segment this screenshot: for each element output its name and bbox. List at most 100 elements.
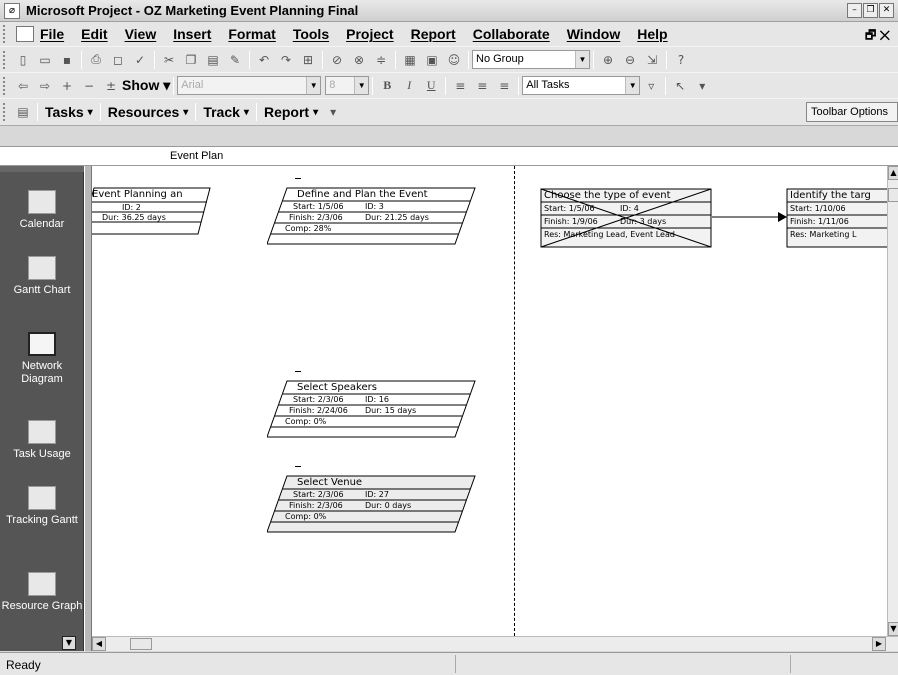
guide-track-button[interactable]: Track bbox=[203, 104, 240, 120]
horizontal-scrollbar[interactable]: ◀ ▶ bbox=[92, 636, 898, 651]
view-tracking-gantt[interactable]: Tracking Gantt bbox=[0, 486, 84, 527]
format-painter-icon[interactable]: ✎ bbox=[226, 51, 244, 69]
show-menu-button[interactable]: Show ▾ bbox=[122, 77, 170, 94]
collapse-toggle[interactable] bbox=[295, 178, 301, 179]
goto-selected-task-icon[interactable]: ⇲ bbox=[643, 51, 661, 69]
collapse-toggle[interactable] bbox=[295, 371, 301, 372]
chevron-down-icon[interactable]: ▼ bbox=[575, 51, 589, 68]
font-select[interactable]: Arial ▼ bbox=[177, 76, 322, 95]
minimize-button[interactable]: – bbox=[847, 3, 862, 18]
cut-icon[interactable]: ✂ bbox=[160, 51, 178, 69]
group-select[interactable]: No Group ▼ bbox=[472, 50, 590, 69]
toolbar-options-icon[interactable]: ▾ bbox=[693, 77, 711, 95]
menu-view[interactable]: View bbox=[125, 26, 157, 42]
view-gantt-chart[interactable]: Gantt Chart bbox=[0, 256, 84, 297]
guide-report-button[interactable]: Report bbox=[264, 104, 309, 120]
undo-icon[interactable]: ↶ bbox=[255, 51, 273, 69]
scroll-right-button[interactable]: ▶ bbox=[872, 637, 886, 651]
new-icon[interactable]: ▯ bbox=[14, 51, 32, 69]
task-node[interactable]: Event Planning an ID: 2 Dur: 36.25 days bbox=[92, 187, 212, 235]
scroll-thumb[interactable] bbox=[130, 638, 152, 650]
chevron-down-icon[interactable]: ▾ bbox=[88, 107, 93, 118]
toolbar-options-button[interactable]: Toolbar Options bbox=[806, 102, 898, 122]
menubar-grip[interactable] bbox=[3, 25, 11, 43]
menu-collaborate[interactable]: Collaborate bbox=[473, 26, 550, 42]
view-bar-scroll-down-button[interactable]: ▼ bbox=[62, 636, 76, 650]
toolbar-grip[interactable] bbox=[3, 103, 9, 121]
bold-icon[interactable]: B bbox=[378, 77, 396, 95]
chevron-down-icon[interactable]: ▾ bbox=[183, 107, 188, 118]
paste-icon[interactable]: ▤ bbox=[204, 51, 222, 69]
scroll-up-button[interactable]: ▲ bbox=[888, 166, 898, 180]
chevron-down-icon[interactable]: ▾ bbox=[244, 107, 249, 118]
guide-toggle-icon[interactable]: ▤ bbox=[14, 103, 32, 121]
print-preview-icon[interactable]: ◻ bbox=[109, 51, 127, 69]
chevron-down-icon[interactable]: ▼ bbox=[625, 77, 640, 94]
vertical-scrollbar[interactable]: ▲ ▼ bbox=[887, 166, 898, 636]
font-size-select[interactable]: 8 ▼ bbox=[325, 76, 370, 95]
assign-resources-icon[interactable]: ☺ bbox=[445, 51, 463, 69]
hide-subtasks-icon[interactable]: − bbox=[80, 77, 98, 95]
indent-icon[interactable]: ⇨ bbox=[36, 77, 54, 95]
task-node[interactable]: Define and Plan the Event Start: 1/5/06 … bbox=[267, 187, 477, 245]
italic-icon[interactable]: I bbox=[400, 77, 418, 95]
toolbar-grip[interactable] bbox=[3, 50, 9, 69]
filter-select[interactable]: All Tasks ▼ bbox=[522, 76, 641, 95]
outdent-icon[interactable]: ⇦ bbox=[14, 77, 32, 95]
toolbar-grip[interactable] bbox=[3, 76, 9, 95]
show-subtasks-icon[interactable]: + bbox=[58, 77, 76, 95]
chevron-down-icon[interactable]: ▾ bbox=[313, 107, 318, 118]
doc-window-controls[interactable]: 🗗 ✕ bbox=[865, 26, 890, 47]
align-left-icon[interactable]: ≡ bbox=[451, 77, 469, 95]
align-center-icon[interactable]: ≡ bbox=[473, 77, 491, 95]
menu-window[interactable]: Window bbox=[567, 26, 621, 42]
view-bar-splitter[interactable] bbox=[84, 166, 92, 651]
spelling-icon[interactable]: ✓ bbox=[131, 51, 149, 69]
menu-format[interactable]: Format bbox=[228, 26, 275, 42]
scroll-down-button[interactable]: ▼ bbox=[888, 622, 898, 636]
menu-file[interactable]: File bbox=[40, 26, 64, 42]
show-all-tasks-icon[interactable]: ± bbox=[102, 77, 120, 95]
align-right-icon[interactable]: ≡ bbox=[495, 77, 513, 95]
menu-insert[interactable]: Insert bbox=[173, 26, 211, 42]
view-resource-graph[interactable]: Resource Graph bbox=[0, 572, 84, 613]
gantt-wizard-icon[interactable]: ↖ bbox=[671, 77, 689, 95]
menu-report[interactable]: Report bbox=[411, 26, 456, 42]
zoom-out-icon[interactable]: ⊖ bbox=[621, 51, 639, 69]
restore-button[interactable]: ❐ bbox=[863, 3, 878, 18]
menu-tools[interactable]: Tools bbox=[293, 26, 329, 42]
redo-icon[interactable]: ↷ bbox=[277, 51, 295, 69]
document-icon[interactable] bbox=[16, 26, 34, 42]
menu-edit[interactable]: Edit bbox=[81, 26, 107, 42]
help-icon[interactable]: ? bbox=[672, 51, 690, 69]
print-icon[interactable]: ⎙ bbox=[87, 51, 105, 69]
task-node[interactable]: Select Speakers Start: 2/3/06 ID: 16 Fin… bbox=[267, 380, 477, 438]
save-icon[interactable]: ▪ bbox=[58, 51, 76, 69]
scroll-left-button[interactable]: ◀ bbox=[92, 637, 106, 651]
underline-icon[interactable]: U bbox=[422, 77, 440, 95]
view-calendar[interactable]: Calendar bbox=[0, 190, 84, 231]
menu-project[interactable]: Project bbox=[346, 26, 393, 42]
guide-resources-button[interactable]: Resources bbox=[108, 104, 180, 120]
collapse-toggle[interactable] bbox=[295, 466, 301, 467]
chevron-down-icon[interactable]: ▼ bbox=[354, 77, 369, 94]
close-button[interactable]: ✕ bbox=[879, 3, 894, 18]
network-diagram-canvas[interactable]: Event Planning an ID: 2 Dur: 36.25 days … bbox=[92, 166, 887, 636]
scroll-thumb[interactable] bbox=[888, 188, 898, 202]
menu-help[interactable]: Help bbox=[637, 26, 667, 42]
autofilter-icon[interactable]: ▿ bbox=[642, 77, 660, 95]
view-network-diagram[interactable]: Network Diagram bbox=[0, 332, 84, 386]
entry-bar[interactable]: Event Plan bbox=[0, 146, 898, 166]
task-info-icon[interactable]: ▦ bbox=[401, 51, 419, 69]
guide-tasks-button[interactable]: Tasks bbox=[45, 104, 84, 120]
open-icon[interactable]: ▭ bbox=[36, 51, 54, 69]
task-node[interactable]: Identify the targ Start: 1/10/06 Finish:… bbox=[786, 188, 887, 248]
task-node[interactable]: Choose the type of event Start: 1/5/06 I… bbox=[540, 188, 712, 248]
task-notes-icon[interactable]: ▣ bbox=[423, 51, 441, 69]
unlink-tasks-icon[interactable]: ⊗ bbox=[350, 51, 368, 69]
app-icon[interactable]: ⌀ bbox=[4, 2, 20, 19]
chevron-down-icon[interactable]: ▼ bbox=[306, 77, 321, 94]
task-node[interactable]: Select Venue Start: 2/3/06 ID: 27 Finish… bbox=[267, 475, 477, 533]
link-tasks-icon[interactable]: ⊘ bbox=[328, 51, 346, 69]
insert-hyperlink-icon[interactable]: ⊞ bbox=[299, 51, 317, 69]
